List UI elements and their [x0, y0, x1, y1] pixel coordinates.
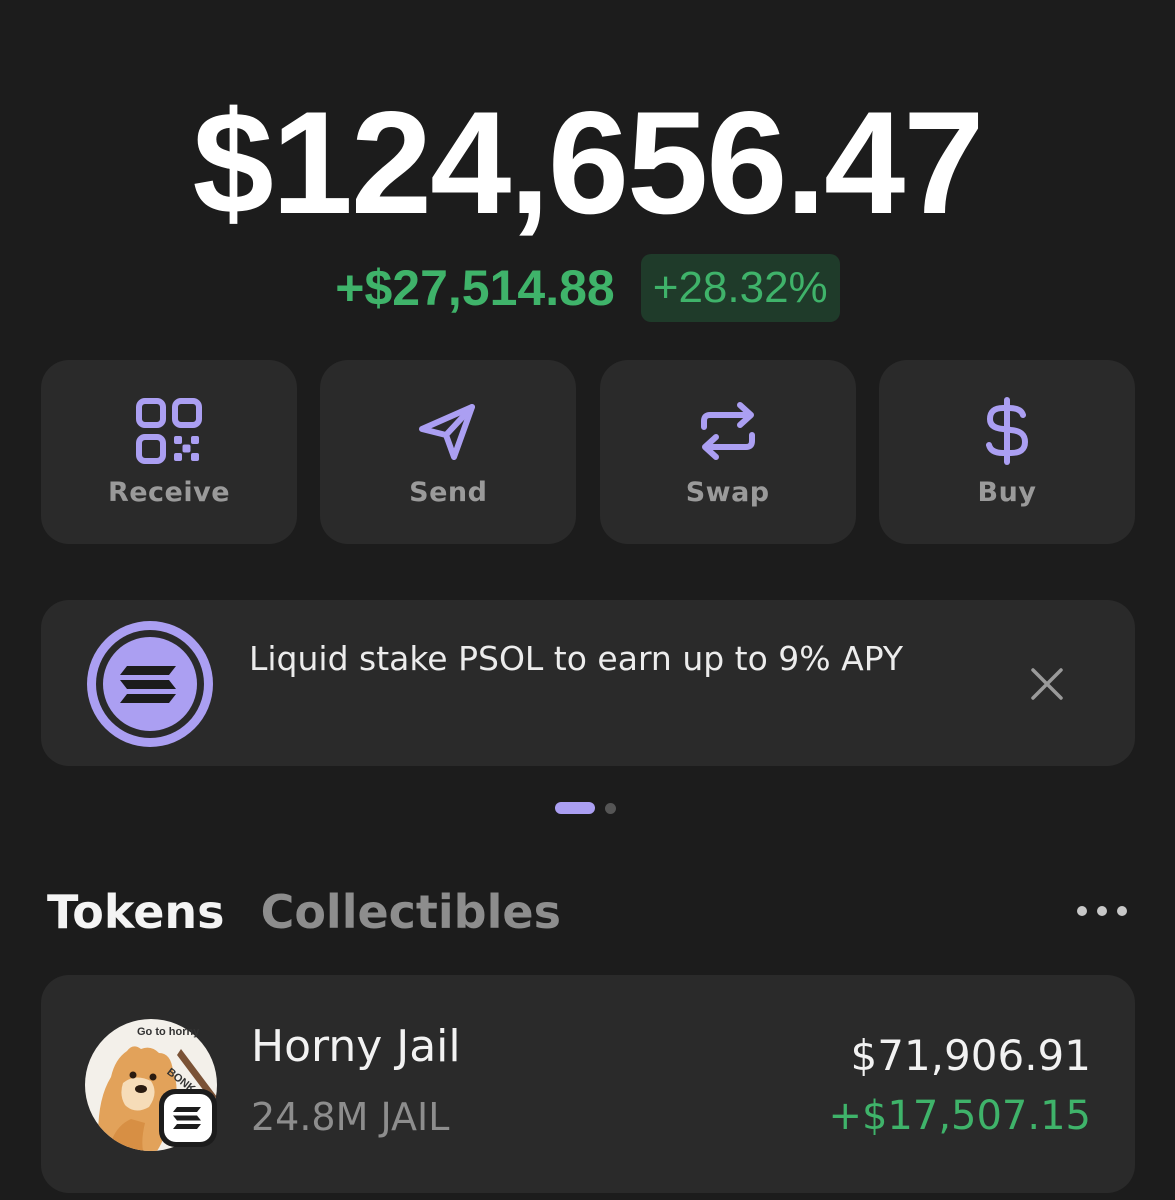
portfolio-change-amount: +$27,514.88 [335, 260, 615, 316]
wallet-screen: $124,656.47 +$27,514.88 +28.32% Receive [0, 0, 1175, 1200]
stake-promo-text: Liquid stake PSOL to earn up to 9% APY [249, 639, 904, 678]
receive-label: Receive [107, 476, 231, 508]
token-value: $71,906.91 [850, 1031, 1091, 1080]
carousel-dot-active[interactable] [555, 802, 595, 814]
send-icon [414, 397, 482, 465]
token-avatar: Go to horny BONK [85, 1019, 217, 1151]
portfolio-change-percent-badge: +28.32% [640, 254, 840, 322]
solana-logo-icon [83, 617, 217, 751]
buy-label: Buy [977, 476, 1037, 508]
swap-button[interactable]: Swap [599, 360, 856, 544]
token-row[interactable]: Go to horny BONK Horny Jail 24.8M JAIL $… [41, 975, 1135, 1193]
qr-code-icon [135, 397, 203, 465]
token-change: +$17,507.15 [828, 1093, 1091, 1139]
send-button[interactable]: Send [320, 360, 577, 544]
receive-button[interactable]: Receive [41, 360, 297, 544]
more-horizontal-icon[interactable] [1074, 898, 1130, 924]
token-name: Horny Jail [251, 1021, 461, 1072]
swap-label: Swap [685, 476, 770, 508]
portfolio-change-row: +$27,514.88 +28.32% [0, 254, 1175, 322]
asset-tabs: Tokens Collectibles [47, 880, 561, 944]
send-label: Send [409, 476, 488, 508]
dollar-icon [973, 396, 1041, 465]
swap-icon [694, 397, 762, 465]
token-avatar-caption: Go to horny [137, 1026, 200, 1038]
portfolio-balance: $124,656.47 [192, 81, 985, 244]
close-icon[interactable] [1025, 662, 1069, 706]
tab-tokens[interactable]: Tokens [47, 885, 225, 939]
carousel-pagination [555, 802, 616, 814]
buy-button[interactable]: Buy [878, 360, 1135, 544]
tab-collectibles[interactable]: Collectibles [261, 885, 561, 939]
quick-actions: Receive Send Swap Buy [41, 360, 1135, 544]
stake-promo-banner[interactable]: Liquid stake PSOL to earn up to 9% APY [41, 600, 1135, 766]
token-quantity: 24.8M JAIL [251, 1095, 450, 1139]
carousel-dot[interactable] [605, 802, 616, 814]
